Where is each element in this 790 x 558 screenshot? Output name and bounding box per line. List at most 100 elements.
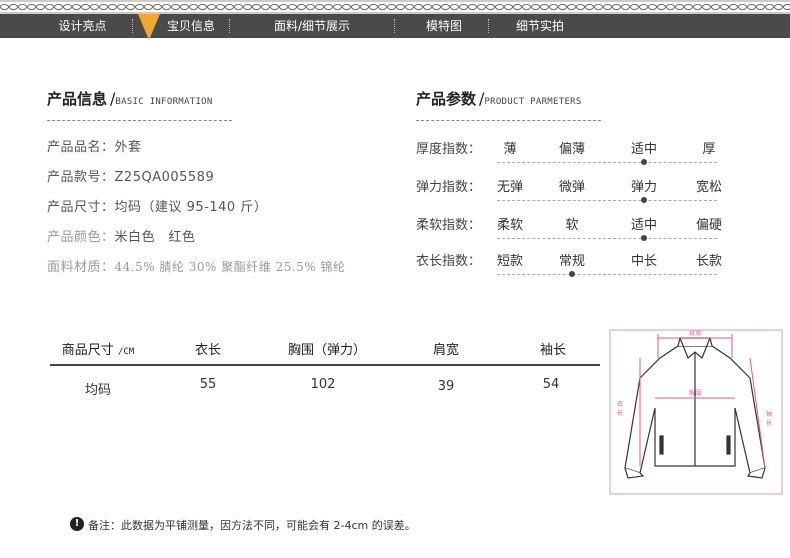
- nav-item-details[interactable]: 细节实拍: [505, 14, 575, 38]
- chain-link: [432, 4, 441, 10]
- info-label: 产品款号：: [47, 170, 115, 185]
- chain-link: [90, 4, 99, 10]
- chain-link: [711, 4, 720, 10]
- info-label: 产品尺寸：: [47, 200, 115, 215]
- param-option: 软: [565, 218, 579, 233]
- chain-link: [666, 4, 675, 10]
- chain-link: [738, 4, 747, 10]
- chain-link: [0, 4, 9, 10]
- shoulder-label: 肩宽: [689, 329, 701, 337]
- length-label: 衣长: [617, 400, 623, 417]
- chain-link: [702, 4, 711, 10]
- chain-link: [657, 4, 666, 10]
- chain-link: [441, 4, 450, 10]
- chain-link: [531, 4, 540, 10]
- product-params-title: 产品参数/PRODUCT PARMETERS: [416, 89, 582, 108]
- chain-link: [351, 4, 360, 10]
- jacket-diagram: 肩宽 胸围 衣长 袖长: [609, 329, 783, 495]
- chain-link: [189, 4, 198, 10]
- size-value-length: 55: [199, 377, 217, 392]
- param-label: 厚度指数：: [416, 142, 482, 157]
- chain-link: [495, 4, 504, 10]
- chain-link: [315, 4, 324, 10]
- info-row-material: 面料材质：44.5% 腈纶 30% 聚酯纤维 25.5% 锦纶: [47, 256, 346, 275]
- chain-link: [783, 4, 790, 10]
- chain-link: [747, 4, 756, 10]
- nav-item-product-info[interactable]: 宝贝信息: [158, 14, 224, 38]
- info-label: 产品颜色：: [47, 230, 115, 245]
- chain-link: [585, 4, 594, 10]
- size-header-label: 商品尺寸 /CM: [62, 339, 134, 358]
- chain-link: [270, 4, 279, 10]
- chain-link: [198, 4, 207, 10]
- chain-link: [756, 4, 765, 10]
- info-row-size: 产品尺寸：均码（建议 95-140 斤）: [47, 196, 267, 215]
- size-value-chest: 102: [310, 377, 336, 392]
- chain-link: [684, 4, 693, 10]
- chain-link: [54, 4, 63, 10]
- chain-link: [621, 4, 630, 10]
- param-indicator: [641, 197, 647, 203]
- chain-link: [693, 4, 702, 10]
- chain-link: [306, 4, 315, 10]
- chain-link: [378, 4, 387, 10]
- nav-item-fabric[interactable]: 面料/细节展示: [262, 14, 362, 38]
- chain-link: [477, 4, 486, 10]
- chain-link: [612, 4, 621, 10]
- chain-link: [243, 4, 252, 10]
- chain-link: [216, 4, 225, 10]
- param-option: 适中: [630, 218, 658, 233]
- chain-link: [387, 4, 396, 10]
- param-indicator: [641, 235, 647, 241]
- chain-link: [261, 4, 270, 10]
- chain-link: [126, 4, 135, 10]
- chain-link: [765, 4, 774, 10]
- chain-link: [720, 4, 729, 10]
- size-table-rule: [50, 364, 600, 366]
- param-option: 柔软: [496, 218, 524, 233]
- chain-link: [45, 4, 54, 10]
- info-value: 外套: [114, 140, 142, 155]
- chain-link: [9, 4, 18, 10]
- size-col-chest: 胸围（弹力）: [287, 343, 367, 358]
- chain-link: [639, 4, 648, 10]
- param-option: 无弹: [496, 180, 524, 195]
- info-row-sku: 产品款号：Z25QA005589: [47, 166, 214, 185]
- chain-link: [207, 4, 216, 10]
- divider: [47, 120, 232, 121]
- chain-link: [297, 4, 306, 10]
- product-params-title-en: PRODUCT PARMETERS: [484, 97, 582, 107]
- chain-link: [360, 4, 369, 10]
- param-option: 短款: [496, 254, 524, 269]
- chain-link: [450, 4, 459, 10]
- param-label: 弹力指数：: [416, 180, 482, 195]
- size-value-sleeve: 54: [542, 377, 560, 392]
- param-option: 偏硬: [695, 218, 723, 233]
- param-option: 长款: [695, 254, 723, 269]
- size-value-shoulder: 39: [437, 379, 455, 394]
- chain-link: [459, 4, 468, 10]
- chain-link: [171, 4, 180, 10]
- chain-link: [504, 4, 513, 10]
- info-value: 米白色 红色: [114, 230, 196, 245]
- chain-link: [180, 4, 189, 10]
- nav-separator: [132, 19, 133, 33]
- chain-link: [405, 4, 414, 10]
- param-option: 适中: [630, 142, 658, 157]
- chain-link: [324, 4, 333, 10]
- nav-item-design[interactable]: 设计亮点: [45, 14, 120, 38]
- size-col-shoulder: 肩宽: [432, 343, 460, 358]
- chain-link: [342, 4, 351, 10]
- chain-link: [333, 4, 342, 10]
- param-option: 宽松: [695, 180, 723, 195]
- size-header-text: 商品尺寸: [61, 343, 114, 358]
- nav-item-model[interactable]: 模特图: [414, 14, 474, 38]
- product-info-title-text: 产品信息: [47, 90, 108, 108]
- chain-link: [414, 4, 423, 10]
- product-info-title-en: BASIC INFORMATION: [115, 97, 213, 107]
- chain-link: [36, 4, 45, 10]
- param-option: 薄: [503, 142, 517, 157]
- info-row-color: 产品颜色：米白色 红色: [47, 226, 196, 245]
- nav-separator: [229, 19, 230, 33]
- chain-link: [72, 4, 81, 10]
